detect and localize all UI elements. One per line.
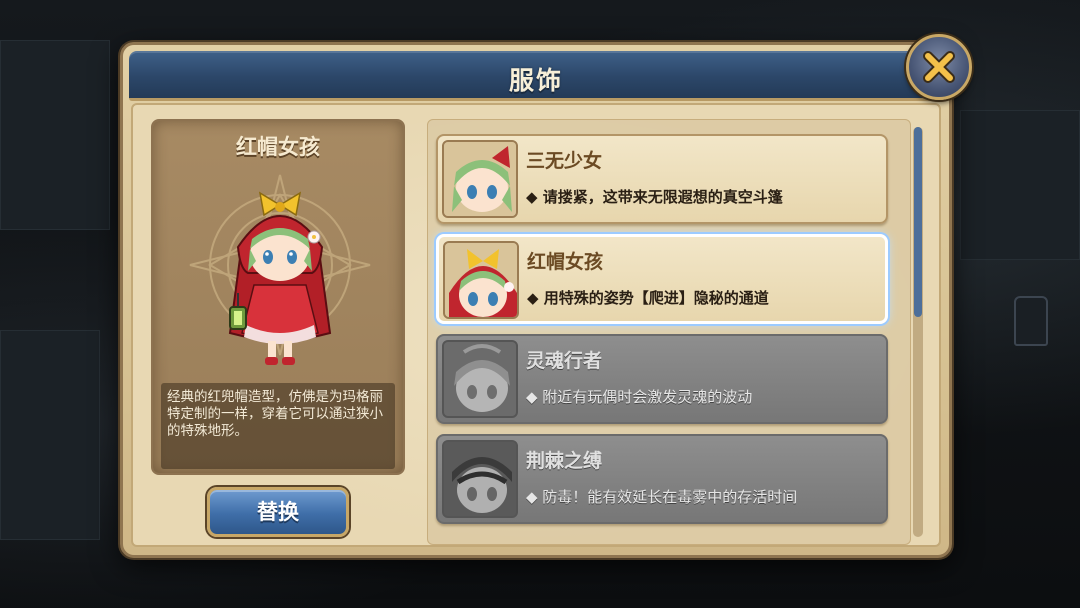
- outfit-description: ◆ 附近有玩偶时会激发灵魂的波动: [526, 388, 753, 406]
- background-shelf: [0, 330, 100, 540]
- outfit-preview-panel: 红帽女孩 经典的红兜帽造型，仿佛是为玛格丽特定制的一样，穿着它可以通过狭小的特殊…: [151, 119, 405, 475]
- outfit-name: 灵魂行者: [526, 350, 603, 372]
- thorn-bind-portrait-icon: [444, 442, 516, 516]
- background-wall: [0, 40, 110, 230]
- dialog-header: 服饰: [129, 51, 943, 101]
- outfit-dialog: 服饰 红帽女孩 经典的红兜帽造型，仿佛是为玛格丽特定制的一样，穿着它可以通过狭小…: [120, 42, 952, 558]
- dialog-title: 服饰: [508, 66, 563, 95]
- outfit-name: 红帽女孩: [527, 251, 604, 273]
- game-scene-background: 服饰 红帽女孩 经典的红兜帽造型，仿佛是为玛格丽特定制的一样，穿着它可以通过狭小…: [0, 0, 1080, 608]
- outfit-item-2-selected[interactable]: 红帽女孩 ◆ 用特殊的姿势【爬进】隐秘的通道: [436, 234, 888, 324]
- close-button[interactable]: [906, 34, 972, 100]
- outfit-portrait: [442, 340, 518, 418]
- outfit-description: ◆ 请搂紧，这带来无限遐想的真空斗篷: [526, 188, 783, 206]
- replace-button[interactable]: 替换: [207, 487, 349, 537]
- soul-walker-portrait-icon: [444, 342, 516, 416]
- green-hair-girl-portrait-icon: [444, 142, 516, 216]
- outfit-description: ◆ 防毒！能有效延长在毒雾中的存活时间: [526, 488, 798, 506]
- outfit-item-3-locked[interactable]: 灵魂行者 ◆ 附近有玩偶时会激发灵魂的波动: [436, 334, 888, 424]
- background-lantern-icon: [1014, 296, 1048, 346]
- preview-outfit-name: 红帽女孩: [236, 135, 320, 159]
- outfit-item-1[interactable]: 三无少女 ◆ 请搂紧，这带来无限遐想的真空斗篷: [436, 134, 888, 224]
- outfit-list[interactable]: 三无少女 ◆ 请搂紧，这带来无限遐想的真空斗篷 红帽女孩 ◆ 用特殊的姿势【爬进…: [427, 119, 911, 545]
- outfit-portrait: [442, 440, 518, 518]
- red-hood-girl-portrait-icon: [445, 243, 517, 317]
- outfit-description: ◆ 用特殊的姿势【爬进】隐秘的通道: [527, 289, 769, 307]
- outfit-name: 三无少女: [526, 150, 603, 172]
- outfit-portrait: [443, 241, 519, 319]
- list-scrollbar-thumb[interactable]: [914, 127, 922, 317]
- close-x-icon: [923, 51, 955, 83]
- outfit-name: 荆棘之缚: [526, 450, 603, 472]
- outfit-item-4-locked[interactable]: 荆棘之缚 ◆ 防毒！能有效延长在毒雾中的存活时间: [436, 434, 888, 524]
- outfit-portrait: [442, 140, 518, 218]
- background-wall: [960, 110, 1080, 260]
- preview-outfit-description: 经典的红兜帽造型，仿佛是为玛格丽特定制的一样，穿着它可以通过狭小的特殊地形。: [161, 383, 395, 469]
- red-hood-girl-figure-icon: [189, 174, 371, 365]
